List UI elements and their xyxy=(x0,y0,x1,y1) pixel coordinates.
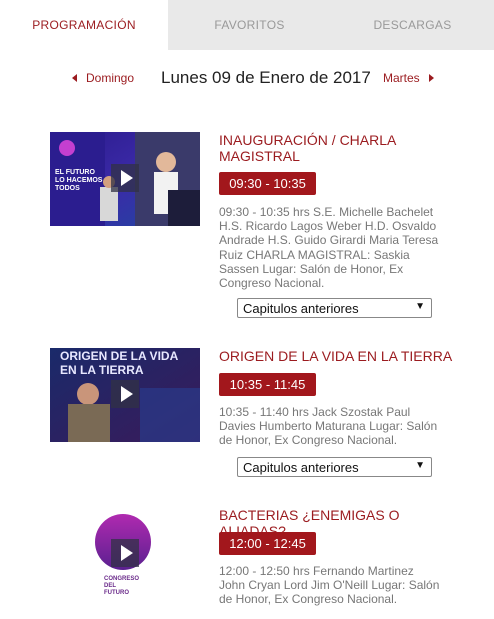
dropdown-arrow-icon: ▼ xyxy=(415,301,425,312)
time-badge: 09:30 - 10:35 xyxy=(219,172,316,195)
day-navigation: Domingo Lunes 09 de Enero de 2017 Martes xyxy=(0,68,494,90)
next-day-label: Martes xyxy=(383,71,420,85)
thumb-text-1: ORIGEN DE LA VIDA xyxy=(60,349,179,363)
thumb-text-1: CONGRESO xyxy=(104,576,139,582)
play-button[interactable] xyxy=(111,164,139,192)
play-icon xyxy=(120,170,133,186)
arrow-left-icon xyxy=(72,74,77,82)
thumb-text-3: TODOS xyxy=(55,185,80,192)
dropdown-arrow-icon: ▼ xyxy=(415,460,425,471)
previous-chapters-select[interactable]: Capitulos anteriores ▼ xyxy=(237,457,432,477)
next-day-link[interactable]: Martes xyxy=(383,71,434,85)
tab-descargas[interactable]: DESCARGAS xyxy=(331,0,494,50)
prev-day-link[interactable]: Domingo xyxy=(72,71,134,85)
tab-favoritos[interactable]: FAVORITOS xyxy=(168,0,331,50)
tab-bar: PROGRAMACIÓN FAVORITOS DESCARGAS xyxy=(0,0,494,50)
program-description: 12:00 - 12:50 hrs Fernando Martinez John… xyxy=(219,564,440,607)
thumb-text-2: LO HACEMOS xyxy=(55,177,103,184)
play-icon xyxy=(120,545,133,561)
play-icon xyxy=(120,386,133,402)
play-button[interactable] xyxy=(111,539,139,567)
program-description: 10:35 - 11:40 hrs Jack Szostak Paul Davi… xyxy=(219,405,438,448)
video-thumbnail[interactable]: ORIGEN DE LA VIDA EN LA TIERRA xyxy=(50,348,200,442)
previous-chapters-select[interactable]: Capitulos anteriores ▼ xyxy=(237,298,432,318)
current-date: Lunes 09 de Enero de 2017 xyxy=(161,68,371,87)
time-badge: 10:35 - 11:45 xyxy=(219,373,316,396)
play-button[interactable] xyxy=(111,380,139,408)
thumb-text-2: EN LA TIERRA xyxy=(60,363,144,377)
thumb-text-2: DEL xyxy=(104,583,116,589)
video-thumbnail[interactable]: CONGRESO DEL FUTURO xyxy=(50,507,200,601)
select-value: Capitulos anteriores xyxy=(243,459,359,475)
select-value: Capitulos anteriores xyxy=(243,300,359,316)
program-title[interactable]: ORIGEN DE LA VIDA EN LA TIERRA xyxy=(219,348,459,364)
program-description: 09:30 - 10:35 hrs S.E. Michelle Bachelet… xyxy=(219,205,439,291)
tab-programacion[interactable]: PROGRAMACIÓN xyxy=(0,0,168,50)
prev-day-label: Domingo xyxy=(86,71,135,85)
arrow-right-icon xyxy=(428,74,434,82)
video-thumbnail[interactable]: EL FUTURO LO HACEMOS TODOS xyxy=(50,132,200,226)
thumb-text-3: FUTURO xyxy=(104,590,129,596)
time-badge: 12:00 - 12:45 xyxy=(219,532,316,555)
program-title[interactable]: INAUGURACIÓN / CHARLA MAGISTRAL xyxy=(219,132,459,164)
thumb-text-1: EL FUTURO xyxy=(55,169,95,176)
